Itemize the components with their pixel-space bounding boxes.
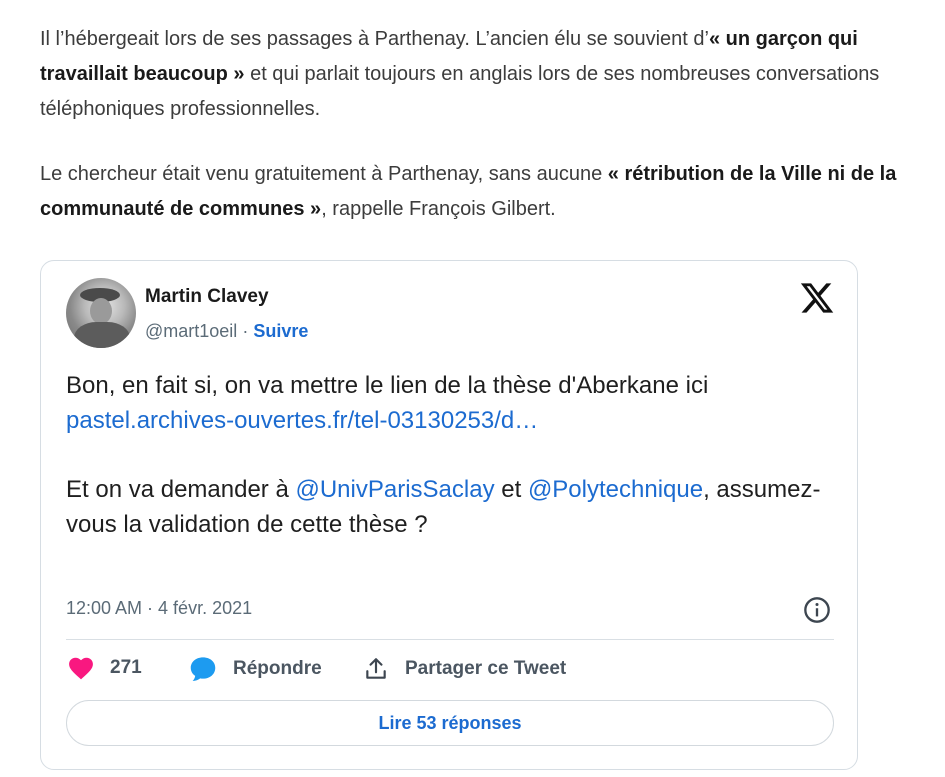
author-name[interactable]: Martin Clavey [145,286,269,308]
separator: · [237,321,254,341]
share-button[interactable]: Partager ce Tweet [363,656,566,682]
read-replies-button[interactable]: Lire 53 réponses [66,700,834,746]
thesis-link[interactable]: pastel.archives-ouvertes.fr/tel-03130253… [66,407,538,434]
mention-univparissaclay[interactable]: @UnivParisSaclay [295,476,494,503]
avatar[interactable] [66,278,136,348]
article-paragraph-2: Le chercheur était venu gratuitement à P… [40,157,920,227]
tweet-paragraph-2: Et on va demander à @UnivParisSaclay et … [66,472,836,542]
avatar-face-shape [90,298,112,324]
tweet-text: Bon, en fait si, on va mettre le lien de… [66,372,709,399]
tweet-paragraph-1: Bon, en fait si, on va mettre le lien de… [66,368,836,438]
tweet-embed: Martin Clavey @mart1oeil · Suivre Bon, e… [40,260,858,770]
reply-label: Répondre [233,658,322,679]
tweet-timestamp[interactable]: 12:00 AM · 4 févr. 2021 [66,598,252,619]
x-logo-icon[interactable] [799,280,835,316]
author-handle-line: @mart1oeil · Suivre [145,321,308,342]
mention-polytechnique[interactable]: @Polytechnique [528,476,703,503]
tweet-body: Bon, en fait si, on va mettre le lien de… [66,368,836,542]
share-label: Partager ce Tweet [405,658,567,679]
paragraph-text: Le chercheur était venu gratuitement à P… [40,163,608,185]
info-icon[interactable] [803,596,831,624]
share-icon [366,658,386,679]
paragraph-text: , rappelle François Gilbert. [321,198,556,220]
avatar-body-shape [74,322,130,348]
article-paragraph-1: Il l’hébergeait lors de ses passages à P… [40,22,920,127]
like-count: 271 [110,657,142,678]
paragraph-text: Il l’hébergeait lors de ses passages à P… [40,28,709,50]
reply-button[interactable]: Répondre [189,656,322,682]
tweet-text: Et on va demander à [66,476,296,503]
follow-button[interactable]: Suivre [253,321,308,341]
author-handle[interactable]: @mart1oeil [145,321,237,341]
reply-bubble-icon [190,657,216,682]
heart-icon [69,657,93,680]
tweet-text: et [494,476,528,503]
divider [66,639,834,640]
like-button[interactable]: 271 [68,656,142,680]
